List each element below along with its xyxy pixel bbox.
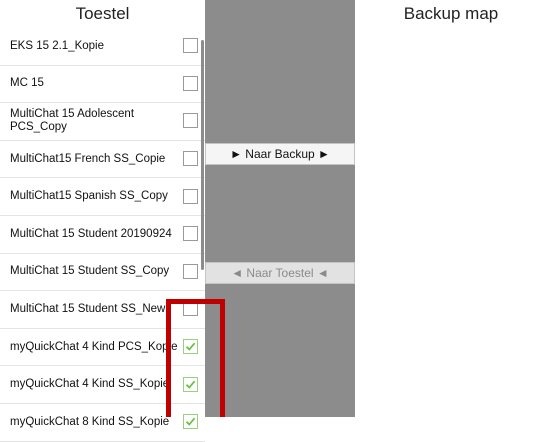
to-device-button[interactable]: ◄ Naar Toestel ◄ bbox=[205, 262, 355, 284]
list-scrollbar[interactable] bbox=[201, 40, 204, 270]
list-item[interactable]: MultiChat 15 Adolescent PCS_Copy bbox=[0, 103, 205, 141]
item-label: MultiChat 15 Adolescent PCS_Copy bbox=[10, 108, 135, 134]
item-label: myQuickChat 8 Kind SS_Kopie bbox=[10, 415, 170, 428]
item-label: myQuickChat 4 Kind PCS_Kopie bbox=[10, 340, 178, 353]
item-label: MultiChat15 French SS_Copie bbox=[10, 152, 166, 165]
list-item[interactable]: MultiChat15 French SS_Copie bbox=[0, 141, 205, 179]
item-label: EKS 15 2.1_Kopie bbox=[10, 39, 104, 52]
item-checkbox[interactable] bbox=[183, 113, 198, 129]
backup-panel: Backup map bbox=[355, 0, 547, 417]
list-item[interactable]: EKS 15 2.1_Kopie bbox=[0, 28, 205, 66]
item-label: MultiChat15 Spanish SS_Copy bbox=[10, 190, 168, 203]
item-checkbox[interactable] bbox=[183, 188, 198, 204]
list-item[interactable]: MultiChat 15 Student 20190924 bbox=[0, 216, 205, 254]
item-checkbox[interactable] bbox=[183, 75, 198, 91]
item-label: MultiChat 15 Student SS_New bbox=[10, 302, 166, 315]
item-label: myQuickChat 4 Kind SS_Kopie bbox=[10, 378, 170, 391]
item-checkbox[interactable] bbox=[183, 38, 198, 54]
item-checkbox[interactable] bbox=[183, 263, 198, 279]
list-item[interactable]: MultiChat 15 Student SS_Copy bbox=[0, 254, 205, 292]
item-label: MultiChat 15 Student SS_Copy bbox=[10, 265, 170, 278]
device-header: Toestel bbox=[75, 4, 130, 23]
item-checkbox[interactable] bbox=[183, 151, 198, 167]
item-label: MC 15 bbox=[10, 77, 44, 90]
transfer-panel: ► Naar Backup ► ◄ Naar Toestel ◄ bbox=[205, 0, 355, 417]
list-item[interactable]: MC 15 bbox=[0, 66, 205, 104]
backup-header: Backup map bbox=[403, 4, 499, 23]
list-item[interactable]: MultiChat15 Spanish SS_Copy bbox=[0, 178, 205, 216]
checkmark-icon bbox=[185, 417, 196, 426]
to-backup-button[interactable]: ► Naar Backup ► bbox=[205, 143, 355, 165]
highlight-box bbox=[166, 299, 225, 417]
item-checkbox[interactable] bbox=[183, 226, 198, 242]
item-label: MultiChat 15 Student 20190924 bbox=[10, 227, 172, 240]
